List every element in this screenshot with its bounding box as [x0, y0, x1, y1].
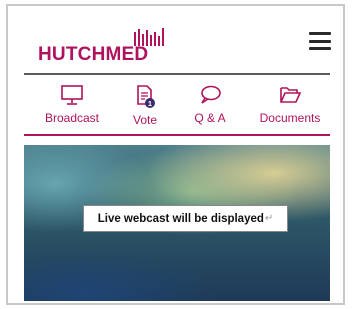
tab-broadcast-label: Broadcast — [44, 111, 100, 125]
return-mark-icon: ↵ — [264, 213, 274, 224]
header: HUTCHMED — [8, 6, 343, 74]
tab-vote-label: Vote — [132, 113, 158, 127]
video-player[interactable]: Live webcast will be displayed ↵ — [24, 145, 330, 301]
tab-documents[interactable]: Documents — [254, 80, 326, 125]
hamburger-icon[interactable] — [309, 32, 331, 50]
tab-qa-label: Q & A — [194, 111, 226, 125]
tab-documents-label: Documents — [259, 111, 321, 125]
speech-bubble-icon — [201, 85, 221, 104]
folder-icon — [280, 87, 302, 103]
webcast-placeholder-label: Live webcast will be displayed ↵ — [83, 205, 288, 232]
document-icon: 1 — [137, 85, 155, 108]
tab-bar: Broadcast 1 Vote Q & A Documents — [24, 80, 330, 136]
tab-vote[interactable]: 1 Vote — [125, 80, 165, 127]
vote-badge: 1 — [148, 99, 152, 108]
monitor-icon — [61, 85, 83, 105]
tab-qa[interactable]: Q & A — [188, 80, 232, 125]
app-frame: HUTCHMED Broadcast 1 Vote Q & A Document… — [6, 4, 345, 305]
header-divider — [24, 73, 330, 75]
webcast-placeholder-text: Live webcast will be displayed — [97, 212, 264, 225]
tab-underline — [24, 134, 330, 136]
tab-broadcast[interactable]: Broadcast — [40, 80, 104, 125]
logo-text: HUTCHMED — [38, 44, 149, 65]
